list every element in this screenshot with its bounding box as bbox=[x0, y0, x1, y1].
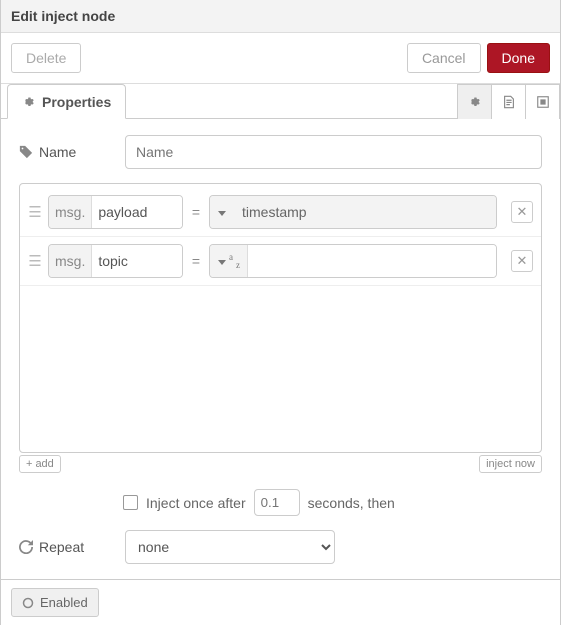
add-row-button[interactable]: + add bbox=[19, 455, 61, 473]
node-settings-button[interactable] bbox=[458, 84, 492, 119]
repeat-label: Repeat bbox=[19, 539, 115, 555]
chevron-down-icon bbox=[218, 254, 226, 268]
value-type-dropdown[interactable] bbox=[210, 196, 234, 228]
panel-title: Edit inject node bbox=[1, 0, 560, 33]
node-appearance-button[interactable] bbox=[526, 84, 560, 119]
plus-icon: + bbox=[26, 458, 32, 470]
form-content: Name ☰ msg. = timestamp ✕ bbox=[1, 119, 560, 579]
inject-once-suffix: seconds, then bbox=[308, 495, 395, 511]
delete-button[interactable]: Delete bbox=[11, 43, 81, 73]
tag-icon bbox=[19, 145, 33, 159]
inject-once-checkbox[interactable] bbox=[123, 495, 138, 510]
tabs: Properties bbox=[1, 84, 560, 119]
group-icon bbox=[536, 95, 550, 109]
msg-property-row: ☰ msg. = az ✕ bbox=[20, 237, 541, 286]
toolbar: Delete Cancel Done bbox=[1, 33, 560, 84]
name-input[interactable] bbox=[125, 135, 542, 169]
value-type-label: timestamp bbox=[234, 196, 496, 228]
string-type-icon: az bbox=[229, 254, 239, 268]
remove-row-button[interactable]: ✕ bbox=[511, 250, 533, 272]
msg-value-field: az bbox=[209, 244, 497, 278]
done-button[interactable]: Done bbox=[487, 43, 550, 73]
cancel-button[interactable]: Cancel bbox=[407, 43, 481, 73]
doc-icon bbox=[502, 95, 516, 109]
msg-property-name-input[interactable] bbox=[92, 245, 182, 277]
equals-sign: = bbox=[189, 204, 203, 220]
msg-properties-list: ☰ msg. = timestamp ✕ ☰ msg. bbox=[19, 183, 542, 453]
tab-properties-label: Properties bbox=[42, 94, 111, 110]
footer: Enabled bbox=[1, 579, 560, 625]
refresh-icon bbox=[19, 540, 33, 554]
chevron-down-icon bbox=[218, 205, 226, 219]
msg-value-field: timestamp bbox=[209, 195, 497, 229]
inject-once-label: Inject once after bbox=[146, 495, 246, 511]
msg-property-name-input[interactable] bbox=[92, 196, 182, 228]
gear-icon bbox=[468, 95, 482, 109]
tab-properties[interactable]: Properties bbox=[7, 84, 126, 119]
msg-value-input[interactable] bbox=[248, 245, 496, 277]
value-type-dropdown[interactable]: az bbox=[210, 245, 248, 277]
inject-once-delay-input[interactable] bbox=[254, 489, 300, 516]
edit-node-panel: Edit inject node Delete Cancel Done Prop… bbox=[0, 0, 561, 625]
node-description-button[interactable] bbox=[492, 84, 526, 119]
msg-property-row: ☰ msg. = timestamp ✕ bbox=[20, 188, 541, 237]
remove-row-button[interactable]: ✕ bbox=[511, 201, 533, 223]
drag-handle-icon[interactable]: ☰ bbox=[28, 203, 42, 221]
drag-handle-icon[interactable]: ☰ bbox=[28, 252, 42, 270]
inject-now-button[interactable]: inject now bbox=[479, 455, 542, 473]
repeat-select[interactable]: none bbox=[125, 530, 335, 564]
msg-prefix: msg. bbox=[49, 245, 92, 277]
name-label: Name bbox=[19, 144, 115, 160]
circle-icon bbox=[22, 597, 34, 609]
msg-prefix: msg. bbox=[49, 196, 92, 228]
gear-icon bbox=[22, 95, 36, 109]
enabled-toggle[interactable]: Enabled bbox=[11, 588, 99, 617]
equals-sign: = bbox=[189, 253, 203, 269]
